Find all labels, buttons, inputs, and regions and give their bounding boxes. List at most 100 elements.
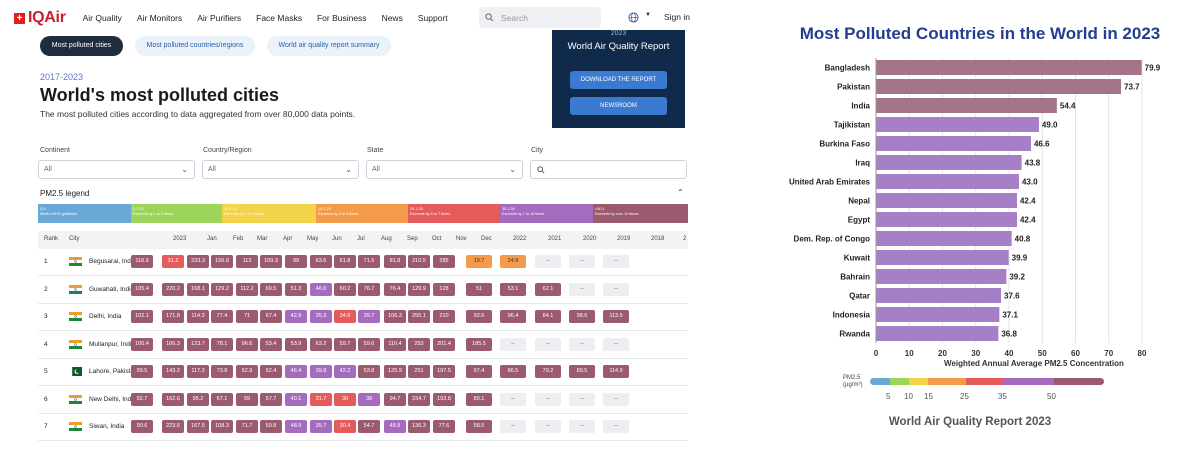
value-cell: 129.9 — [408, 282, 430, 296]
scale-segment — [1004, 378, 1054, 385]
rank-cell: 2 — [44, 285, 48, 293]
bar — [876, 326, 999, 341]
city-name[interactable]: Siwan, India — [89, 423, 124, 430]
logo-text: IQAir — [28, 9, 66, 26]
data-label: 39.9 — [1012, 254, 1028, 263]
value-cell: 53.1 — [500, 282, 526, 296]
table-row[interactable]: 3 Delhi, India 102.1 171.8 114.3 77.4 71 67.4 42… — [38, 304, 688, 331]
data-label: 43.0 — [1022, 178, 1038, 187]
value-cell: 197.5 — [433, 365, 455, 378]
rank-cell: 1 — [44, 258, 48, 265]
table-row[interactable]: 2 Guwahati, India 105.4 220.2 168.1 129.2 112.… — [38, 277, 688, 304]
tab-most-polluted-countries[interactable]: Most polluted countries/regions — [135, 36, 255, 56]
state-value: All — [372, 166, 380, 173]
column-header: Jun — [332, 236, 342, 242]
bar — [876, 79, 1122, 94]
value-cell: -- — [603, 282, 629, 296]
tab-most-polluted-cities[interactable]: Most polluted cities — [40, 36, 123, 56]
nav-link-face-masks[interactable]: Face Masks — [256, 13, 302, 23]
value-cell: 92.6 — [466, 310, 492, 323]
value-cell: 76.7 — [358, 282, 380, 296]
category-label: Qatar — [849, 292, 870, 301]
x-tick-label: 20 — [938, 349, 947, 358]
iqair-logo[interactable]: + IQAir — [14, 9, 66, 27]
bar — [876, 60, 1142, 75]
table-row[interactable]: 5 Lahore, Pakistan 99.5 143.2 117.3 73.8 52.9 5… — [38, 359, 688, 386]
report-title: World Air Quality Report — [567, 41, 670, 52]
data-label: 73.7 — [1124, 83, 1140, 92]
value-cell: 31.7 — [310, 392, 332, 406]
city-name[interactable]: Mullanpur, India — [89, 341, 135, 348]
chevron-up-icon[interactable]: ⌃ — [677, 188, 684, 197]
bar — [876, 174, 1019, 189]
value-cell: 46.4 — [285, 365, 307, 378]
legend-range: 5.1-10 — [133, 207, 144, 211]
data-label: 46.6 — [1034, 140, 1050, 149]
value-cell: 89.5 — [569, 365, 595, 378]
nav-link-air-quality[interactable]: Air Quality — [83, 13, 122, 23]
category-label: Pakistan — [837, 83, 870, 92]
column-header: 2022 — [513, 236, 527, 242]
legend-segment: 10.1-15 Exceeds by 2 to 3 times — [222, 204, 316, 223]
download-report-button[interactable]: DOWNLOAD THE REPORT — [570, 71, 667, 89]
column-header: Dec — [481, 236, 492, 242]
value-cell: 30 — [334, 392, 356, 406]
value-cell: 59.7 — [334, 337, 356, 351]
india-flag-icon — [69, 312, 82, 321]
value-cell: 255.1 — [408, 310, 430, 323]
tab-report-summary[interactable]: World air quality report summary — [267, 36, 391, 56]
x-axis-label: Weighted Annual Average PM2.5 Concentrat… — [944, 359, 1124, 368]
value-cell: 71.7 — [236, 420, 258, 433]
legend-desc: Exceeds by 1 to 2 times — [133, 212, 174, 216]
value-cell: 110.4 — [384, 337, 406, 351]
state-label: State — [367, 147, 384, 154]
x-tick-label: 50 — [1038, 349, 1047, 358]
nav-link-support[interactable]: Support — [418, 13, 448, 23]
value-cell: 60.2 — [334, 282, 356, 296]
city-name[interactable]: Guwahati, India — [89, 286, 134, 293]
report-card: 2023 World Air Quality Report DOWNLOAD T… — [552, 30, 685, 128]
globe-icon[interactable] — [628, 12, 639, 23]
table-row[interactable]: 7 Siwan, India 90.6 223.6 167.5 108.3 71.7 59.8… — [38, 414, 688, 441]
legend-title: PM2.5 legend — [40, 189, 90, 198]
table-row[interactable]: 4 Mullanpur, India 100.4 106.3 123.7 78.1 96.6… — [38, 332, 688, 359]
city-name[interactable]: Begusarai, India — [89, 258, 136, 265]
value-cell: -- — [500, 337, 526, 351]
bar — [876, 269, 1007, 284]
city-name[interactable]: Delhi, India — [89, 313, 122, 320]
legend-desc: Exceeds by 7 to 10 times — [502, 212, 545, 216]
table-row[interactable]: 1 Begusarai, India 118.9 31.2 233.3 156.8 113 1… — [38, 249, 688, 276]
nav-link-air-purifiers[interactable]: Air Purifiers — [197, 13, 241, 23]
value-cell: 125.9 — [384, 365, 406, 378]
state-select[interactable]: All ⌄ — [366, 160, 523, 179]
nav-link-for-business[interactable]: For Business — [317, 13, 367, 23]
iqair-page: + IQAir Air Quality Air Monitors Air Purif… — [0, 0, 700, 466]
data-label: 43.8 — [1025, 159, 1041, 168]
newsroom-button[interactable]: NEWSROOM — [570, 97, 667, 115]
value-cell: 100.4 — [131, 337, 153, 351]
scale-tick-label: 5 — [886, 392, 891, 401]
value-cell: 69.5 — [260, 282, 282, 296]
continent-select[interactable]: All ⌄ — [38, 160, 195, 179]
rank-cell: 6 — [44, 395, 48, 403]
scale-segment — [928, 378, 966, 385]
category-label: Burkina Faso — [819, 140, 870, 149]
scale-tick-label: 35 — [998, 392, 1007, 401]
table-row[interactable]: 6 New Delhi, India 92.7 162.6 95.2 67.1 59 57.7… — [38, 387, 688, 414]
country-select[interactable]: All ⌄ — [202, 160, 359, 179]
search-input[interactable]: Search — [479, 7, 601, 28]
city-name[interactable]: New Delhi, India — [89, 396, 136, 403]
value-cell: 185.5 — [466, 337, 492, 351]
data-label: 37.6 — [1004, 292, 1020, 301]
chevron-down-icon: ⌄ — [181, 165, 188, 174]
value-cell: 233.3 — [187, 255, 209, 268]
nav-link-news[interactable]: News — [382, 13, 403, 23]
value-cell: 123.7 — [187, 337, 209, 351]
signin-link[interactable]: Sign in — [664, 12, 690, 22]
value-cell: -- — [603, 337, 629, 351]
city-search-input[interactable] — [530, 160, 687, 179]
chevron-down-icon[interactable]: ▼ — [645, 12, 651, 18]
nav-link-air-monitors[interactable]: Air Monitors — [137, 13, 182, 23]
continent-value: All — [44, 166, 52, 173]
nav-links: Air Quality Air Monitors Air Purifiers Face… — [83, 13, 448, 23]
